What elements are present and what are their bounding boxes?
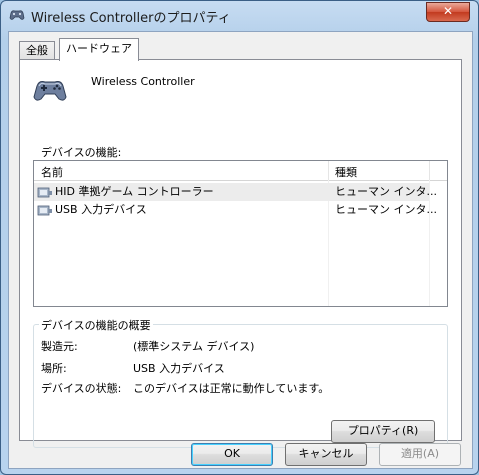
device-functions-list[interactable]: 名前 種類 HID 準拠ゲーム コントローラー ヒューマン インタ... USB… (33, 160, 448, 307)
close-button[interactable]: ✕ (426, 2, 470, 22)
status-label: デバイスの状態: (41, 382, 122, 395)
hid-device-icon (37, 187, 52, 198)
properties-window: Wireless Controllerのプロパティ ✕ 全般 ハードウェア Wi… (0, 0, 479, 475)
hardware-panel: Wireless Controller デバイスの機能: 名前 種類 HID 準… (19, 59, 462, 448)
hid-device-icon (37, 205, 52, 216)
ok-button[interactable]: OK (191, 443, 273, 466)
functions-label: デバイスの機能: (41, 146, 122, 159)
column-header-name[interactable]: 名前 (41, 164, 63, 180)
column-divider[interactable] (328, 161, 329, 180)
list-item-name: HID 準拠ゲーム コントローラー (55, 185, 214, 198)
properties-button[interactable]: プロパティ(R) (331, 420, 435, 443)
function-summary-group: デバイスの機能の概要 製造元: (標準システム デバイス) 場所: USB 入力… (33, 317, 448, 448)
list-item-type: ヒューマン インタ... (335, 203, 437, 216)
list-item-name: USB 入力デバイス (55, 203, 147, 216)
gamepad-icon (9, 10, 25, 20)
list-header: 名前 種類 (34, 161, 447, 181)
device-name: Wireless Controller (91, 75, 195, 88)
group-title: デバイスの機能の概要 (39, 317, 153, 333)
location-label: 場所: (41, 362, 67, 375)
column-divider[interactable] (429, 161, 430, 180)
title-bar[interactable]: Wireless Controllerのプロパティ ✕ (1, 1, 478, 31)
location-value: USB 入力デバイス (133, 362, 225, 375)
dialog-body: 全般 ハードウェア Wireless Controller デバイスの機能: 名… (8, 31, 473, 469)
window-title: Wireless Controllerのプロパティ (31, 11, 231, 26)
tab-hardware[interactable]: ハードウェア (59, 38, 139, 61)
list-item-type: ヒューマン インタ... (335, 185, 437, 198)
gamepad-icon (33, 81, 67, 101)
manufacturer-label: 製造元: (41, 340, 78, 353)
column-header-type[interactable]: 種類 (335, 164, 357, 180)
list-item[interactable]: HID 準拠ゲーム コントローラー ヒューマン インタ... (34, 183, 437, 201)
status-value: このデバイスは正常に動作しています。 (133, 382, 330, 395)
list-item[interactable]: USB 入力デバイス ヒューマン インタ... (34, 201, 437, 219)
cancel-button[interactable]: キャンセル (285, 443, 367, 466)
apply-button[interactable]: 適用(A) (379, 443, 461, 466)
manufacturer-value: (標準システム デバイス) (133, 340, 255, 353)
tab-general[interactable]: 全般 (19, 41, 55, 60)
